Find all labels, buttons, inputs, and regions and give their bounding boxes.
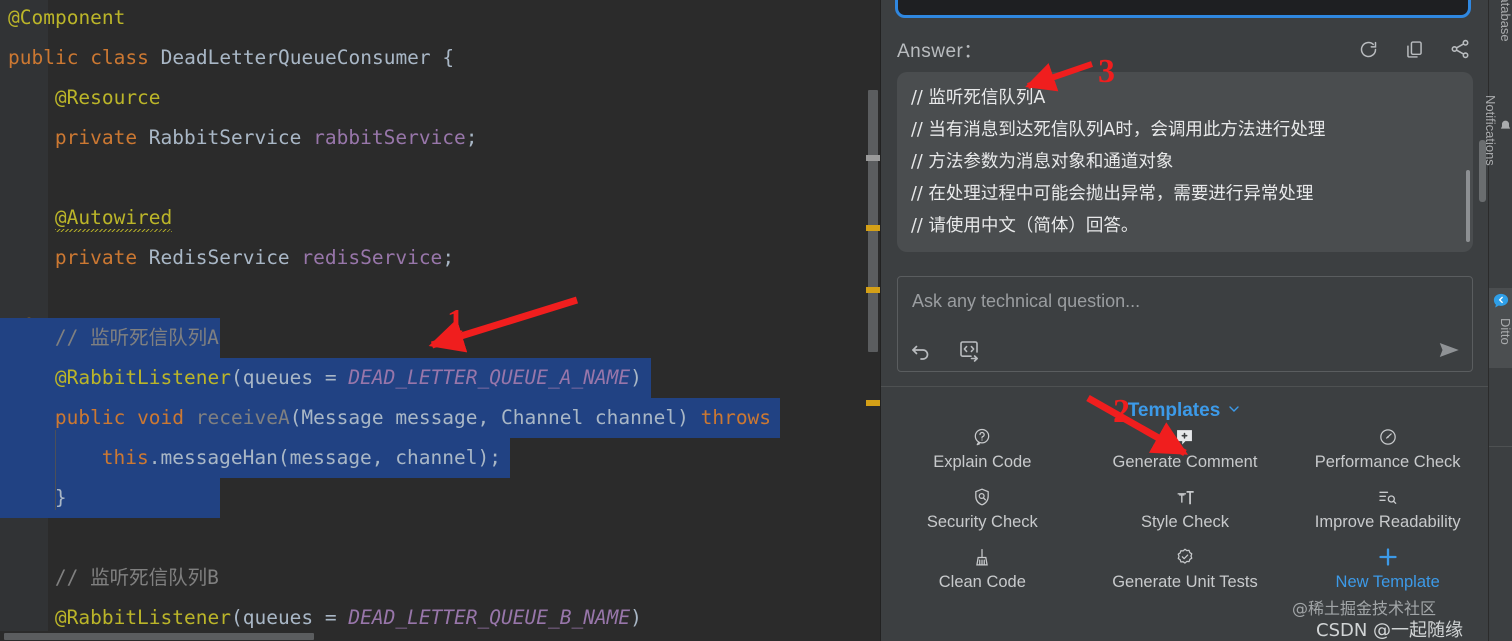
question-circle-icon xyxy=(972,426,992,448)
app-window: @Component public class DeadLetterQueueCo… xyxy=(0,0,1512,641)
question-box[interactable] xyxy=(895,0,1471,18)
copy-icon[interactable] xyxy=(1401,36,1427,62)
text-format-icon xyxy=(1174,486,1196,508)
editor-horizontal-scrollbar[interactable] xyxy=(0,631,880,641)
template-generate-comment[interactable]: Generate Comment xyxy=(1084,426,1287,472)
answer-line: // 方法参数为消息对象和通道对象 xyxy=(911,152,1174,172)
indent-guide xyxy=(54,430,56,510)
code-line[interactable]: public void receiveA(Message message, Ch… xyxy=(0,398,880,438)
answer-scrollbar-thumb[interactable] xyxy=(1466,170,1470,242)
template-label: Clean Code xyxy=(938,573,1026,591)
template-label: Generate Unit Tests xyxy=(1112,573,1258,591)
answer-scrollbar[interactable] xyxy=(1466,86,1470,242)
shield-search-icon xyxy=(972,486,992,508)
answer-body[interactable]: // 监听死信队列A // 当有消息到达死信队列A时，会调用此方法进行处理 // 方… xyxy=(897,72,1473,252)
list-search-icon xyxy=(1377,486,1398,508)
input-toolbar xyxy=(908,337,982,363)
annotation-number-3: 3 xyxy=(1098,53,1115,90)
template-label: Explain Code xyxy=(933,453,1032,471)
template-generate-unit-tests[interactable]: Generate Unit Tests xyxy=(1084,546,1287,592)
check-badge-icon xyxy=(1175,546,1195,568)
annotation-number-1: 1 xyxy=(447,303,464,340)
code-line[interactable]: // 监听死信队列A xyxy=(0,318,880,358)
editor-scrollbar-thumb[interactable] xyxy=(868,90,878,352)
code-line[interactable]: @Component xyxy=(0,0,880,38)
templates-label: Templates xyxy=(1127,400,1221,421)
scrollbar-marker[interactable] xyxy=(866,287,880,293)
sidebar-item-notifications[interactable]: Notifications xyxy=(1483,95,1512,166)
editor-hscrollbar-thumb[interactable] xyxy=(4,633,314,640)
scrollbar-marker[interactable] xyxy=(866,225,880,231)
template-explain-code[interactable]: Explain Code xyxy=(881,426,1084,472)
answer-line: // 在处理过程中可能会抛出异常，需要进行异常处理 xyxy=(911,184,1314,204)
code-line[interactable] xyxy=(0,158,880,198)
template-label: Improve Readability xyxy=(1314,513,1461,531)
sidebar-item-label: Ditto xyxy=(1498,318,1512,345)
code-line[interactable]: @Resource xyxy=(0,78,880,118)
code-line[interactable] xyxy=(0,518,880,558)
answer-text: // 监听死信队列A // 当有消息到达死信队列A时，会调用此方法进行处理 // 方… xyxy=(911,82,1459,242)
template-label: Generate Comment xyxy=(1112,453,1258,471)
gauge-icon xyxy=(1378,426,1398,448)
template-label: Style Check xyxy=(1140,513,1230,531)
right-tool-strip: Database Notifications Ditto xyxy=(1483,0,1512,641)
code-line[interactable]: private RedisService redisService; xyxy=(0,238,880,278)
question-input-box[interactable]: Ask any technical question... xyxy=(897,276,1473,372)
code-line[interactable]: // 监听死信队列B xyxy=(0,558,880,598)
template-label: Security Check xyxy=(926,513,1038,531)
ditto-icon xyxy=(1492,292,1510,315)
code-line[interactable]: private RabbitService rabbitService; xyxy=(0,118,880,158)
panel-scrollbar-thumb[interactable] xyxy=(1479,140,1486,202)
undo-icon[interactable] xyxy=(908,337,934,363)
inspection-underline xyxy=(54,229,173,232)
answer-line: // 监听死信队列A xyxy=(911,88,1046,108)
chevron-down-icon[interactable] xyxy=(1226,401,1242,422)
templates-grid: Explain Code Generate Comment Performance … xyxy=(881,426,1489,592)
toolstrip-divider xyxy=(1489,446,1512,447)
template-style-check[interactable]: Style Check xyxy=(1084,486,1287,532)
template-security-check[interactable]: Security Check xyxy=(881,486,1084,532)
template-new-template[interactable]: New Template xyxy=(1286,546,1489,592)
code-line[interactable] xyxy=(0,278,880,318)
code-line[interactable]: this.messageHan(message, channel); xyxy=(0,438,880,478)
templates-header[interactable]: Templates xyxy=(881,398,1489,424)
broom-icon xyxy=(972,546,992,568)
answer-header: Answer： xyxy=(897,34,1473,64)
code-line[interactable]: @RabbitListener(queues = DEAD_LETTER_QUE… xyxy=(0,358,880,398)
answer-label: Answer： xyxy=(897,40,983,62)
scrollbar-marker[interactable] xyxy=(866,400,880,406)
share-icon[interactable] xyxy=(1447,36,1473,62)
template-improve-readability[interactable]: Improve Readability xyxy=(1286,486,1489,532)
sidebar-item-database[interactable]: Database xyxy=(1489,0,1512,42)
send-icon[interactable] xyxy=(1436,337,1462,363)
answer-actions xyxy=(1355,36,1473,62)
sidebar-item-ditto[interactable]: Ditto xyxy=(1489,288,1512,368)
search-input-placeholder: Ask any technical question... xyxy=(912,291,1141,311)
scrollbar-marker[interactable] xyxy=(866,155,880,161)
watermark-secondary: CSDN @一起随缘 xyxy=(1316,620,1464,641)
ai-assistant-panel: Answer： // 监听死信队列A // 当有消息到达死信队列A时，会调用此方… xyxy=(880,0,1489,641)
bell-icon xyxy=(1498,119,1512,137)
plus-icon xyxy=(1376,546,1400,568)
template-label: New Template xyxy=(1335,573,1440,591)
code-content[interactable]: @Component public class DeadLetterQueueCo… xyxy=(0,0,880,641)
code-editor[interactable]: @Component public class DeadLetterQueueCo… xyxy=(0,0,880,641)
code-line[interactable]: } xyxy=(0,478,880,518)
answer-line: // 当有消息到达死信队列A时，会调用此方法进行处理 xyxy=(911,120,1326,140)
code-line[interactable]: @Autowired xyxy=(0,198,880,238)
template-label: Performance Check xyxy=(1314,453,1461,471)
code-line[interactable]: public class DeadLetterQueueConsumer { xyxy=(0,38,880,78)
insert-code-icon[interactable] xyxy=(956,337,982,363)
comment-plus-icon xyxy=(1174,426,1195,448)
template-performance-check[interactable]: Performance Check xyxy=(1286,426,1489,472)
annotation-number-2: 2 xyxy=(1113,393,1130,430)
panel-divider xyxy=(881,386,1489,387)
regenerate-icon[interactable] xyxy=(1355,36,1381,62)
answer-line: // 请使用中文（简体）回答。 xyxy=(911,216,1139,236)
template-clean-code[interactable]: Clean Code xyxy=(881,546,1084,592)
editor-vertical-scrollbar[interactable] xyxy=(866,0,880,641)
sidebar-item-label: Database xyxy=(1498,0,1512,42)
